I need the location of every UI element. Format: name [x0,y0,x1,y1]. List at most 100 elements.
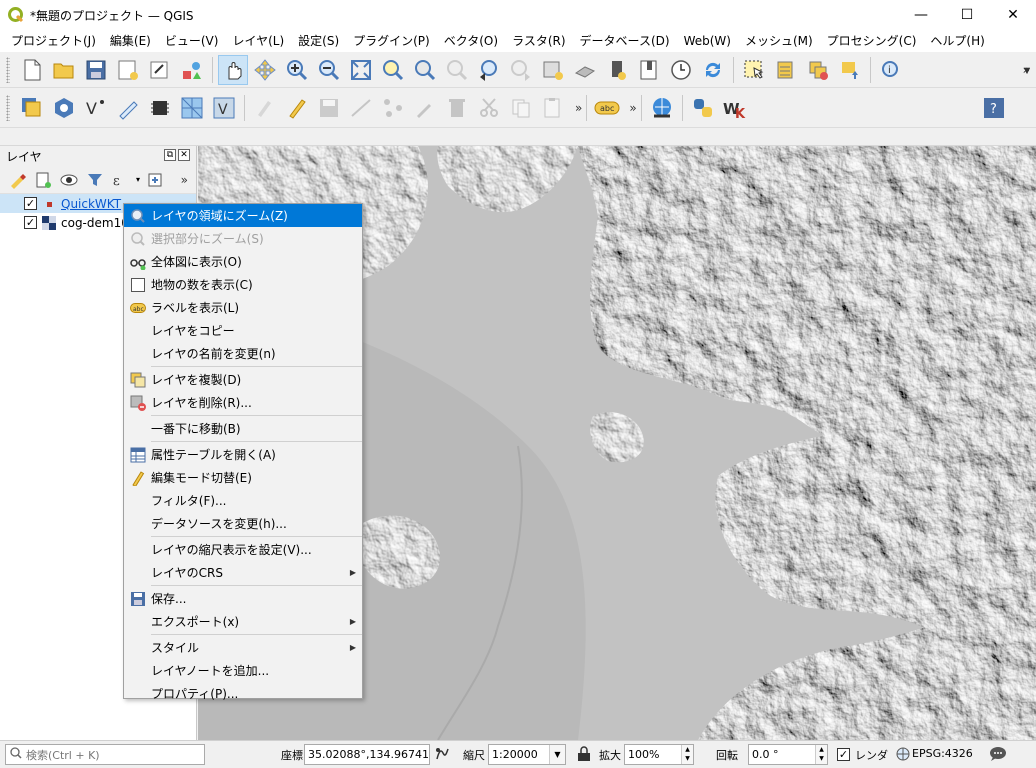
measure-icon[interactable] [835,55,865,85]
lock-icon[interactable] [577,746,591,765]
menu-filter[interactable]: フィルタ(F)... [124,489,362,512]
delete-selected-icon[interactable] [442,93,472,123]
menu-layer[interactable]: レイヤ(L) [225,30,291,52]
filter-expression-icon[interactable]: ε [110,169,132,191]
menu-properties[interactable]: プロパティ(P)... [124,682,362,705]
magnifier-spinbox[interactable]: 100% ▲ ▼ [624,744,694,765]
add-group-icon[interactable] [32,169,54,191]
minimize-button[interactable]: — [898,0,944,30]
menu-project[interactable]: プロジェクト(J) [4,30,103,52]
menu-web[interactable]: Web(W) [677,30,738,52]
menu-open-attribute-table[interactable]: 属性テーブルを開く(A) [124,443,362,466]
identify-features-icon[interactable]: i [876,55,906,85]
menu-add-layer-notes[interactable]: レイヤノートを追加... [124,659,362,682]
pan-map-icon[interactable] [218,54,248,85]
spinner-icon[interactable]: ▲ ▼ [815,745,827,764]
toolbar-more-3[interactable]: » [629,101,636,115]
digitize-icon[interactable] [113,93,143,123]
toolbar-more-1[interactable]: » [1023,63,1030,77]
scale-combo[interactable]: 1:20000 ▼ [488,744,566,765]
zoom-in-icon[interactable] [282,55,312,85]
menu-save[interactable]: 保存... [124,587,362,610]
maximize-button[interactable]: ☐ [944,0,990,30]
toolbar-grip[interactable] [6,94,10,121]
pan-to-selection-icon[interactable] [250,55,280,85]
menu-show-in-overview[interactable]: 全体図に表示(O) [124,250,362,273]
new-map-view-icon[interactable] [538,55,568,85]
menu-mesh[interactable]: メッシュ(M) [738,30,820,52]
coordinate-field[interactable]: 35.02088°,134.96741° [304,744,430,765]
style-panel-icon[interactable] [6,169,28,191]
menu-settings[interactable]: 設定(S) [291,30,346,52]
refresh-icon[interactable] [698,55,728,85]
add-line-icon[interactable] [346,93,376,123]
toolbar-grip[interactable] [6,56,10,83]
zoom-to-selection-icon[interactable] [378,55,408,85]
toolbar-more-2[interactable]: » [575,101,582,115]
menu-help[interactable]: ヘルプ(H) [923,30,991,52]
menu-processing[interactable]: プロセシング(C) [820,30,924,52]
layer-visibility-checkbox[interactable]: ✓ [24,197,37,210]
show-bookmarks-icon[interactable] [634,55,664,85]
new-geopackage-icon[interactable] [49,93,79,123]
help-icon[interactable]: ? [979,93,1009,123]
data-source-manager-icon[interactable] [17,93,47,123]
style-manager-icon[interactable] [177,55,207,85]
expand-all-icon[interactable] [144,169,166,191]
render-checkbox[interactable]: ✓ [837,748,850,761]
menu-toggle-editing[interactable]: 編集モード切替(E) [124,466,362,489]
menu-zoom-to-selection[interactable]: 選択部分にズーム(S) [124,227,362,250]
menu-copy-layer[interactable]: レイヤをコピー [124,319,362,342]
menu-view[interactable]: ビュー(V) [158,30,226,52]
new-3d-map-view-icon[interactable] [570,55,600,85]
layout-manager-icon[interactable] [145,55,175,85]
python-console-icon[interactable] [688,93,718,123]
zoom-native-icon[interactable] [442,55,472,85]
open-project-icon[interactable] [49,55,79,85]
messages-icon[interactable] [989,746,1007,765]
new-temporary-layer-icon[interactable]: V [209,93,239,123]
rotation-spinbox[interactable]: 0.0 ° ▲ ▼ [748,744,828,765]
mesh-layer-icon[interactable] [177,93,207,123]
menu-remove-layer[interactable]: レイヤを削除(R)... [124,391,362,414]
vertex-tool-icon[interactable] [378,93,408,123]
temporal-controller-icon[interactable] [666,55,696,85]
menu-show-labels[interactable]: abc ラベルを表示(L) [124,296,362,319]
dropdown-icon[interactable]: ▾ [136,175,140,184]
menu-change-data-source[interactable]: データソースを変更(h)... [124,512,362,535]
zoom-to-layer-icon[interactable] [410,55,440,85]
menu-style[interactable]: スタイル ▶ [124,636,362,659]
close-panel-button[interactable]: ✕ [178,149,190,161]
toggle-extents-icon[interactable] [434,746,450,765]
save-project-icon[interactable] [81,55,111,85]
menu-show-feature-count[interactable]: 地物の数を表示(C) [124,273,362,296]
label-toolbar-icon[interactable]: abc [592,93,622,123]
pencil-icon[interactable] [282,93,312,123]
map-themes-icon[interactable] [58,169,80,191]
cut-features-icon[interactable] [474,93,504,123]
menu-rename-layer[interactable]: レイヤの名前を変更(n) [124,342,362,365]
zoom-last-icon[interactable] [474,55,504,85]
menu-database[interactable]: データベース(D) [573,30,677,52]
menu-zoom-to-layer[interactable]: レイヤの領域にズーム(Z) [124,204,362,227]
zoom-out-icon[interactable] [314,55,344,85]
close-button[interactable]: ✕ [990,0,1036,30]
new-vector-layer-icon[interactable]: V [81,93,111,123]
menu-move-to-bottom[interactable]: 一番下に移動(B) [124,417,362,440]
menu-raster[interactable]: ラスタ(R) [505,30,572,52]
menu-vector[interactable]: ベクタ(O) [437,30,505,52]
processing-toolbox-icon[interactable] [145,93,175,123]
crs-button[interactable]: EPSG:4326 [912,747,973,760]
select-by-value-icon[interactable] [771,55,801,85]
quickwkt-icon[interactable]: WK [720,93,750,123]
zoom-next-icon[interactable] [506,55,536,85]
float-panel-button[interactable]: ⧉ [164,149,176,161]
save-edits-icon[interactable] [314,93,344,123]
menu-edit[interactable]: 編集(E) [103,30,158,52]
quick-osm-icon[interactable] [647,93,677,123]
select-features-icon[interactable] [739,55,769,85]
chevron-down-icon[interactable]: ▼ [549,745,565,764]
spinner-icon[interactable]: ▲ ▼ [681,745,693,764]
new-print-layout-icon[interactable] [113,55,143,85]
zoom-full-icon[interactable] [346,55,376,85]
